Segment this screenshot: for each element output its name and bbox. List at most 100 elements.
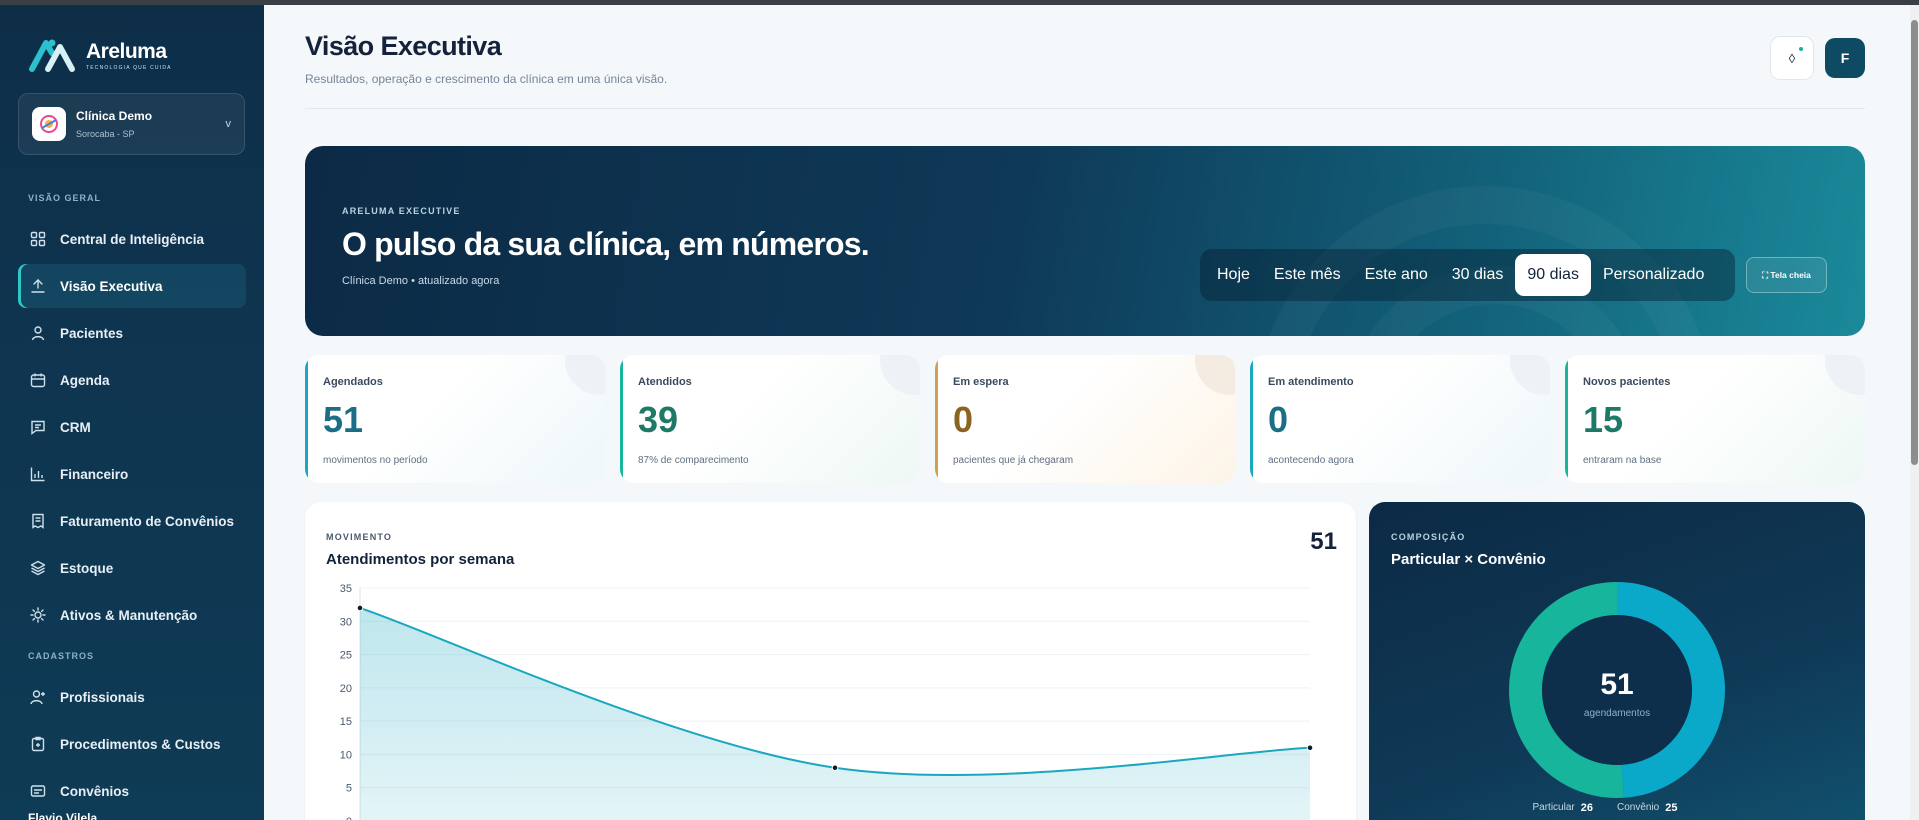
kpi-value: 0: [1268, 399, 1289, 440]
hero-eyebrow: ARELUMA EXECUTIVE: [342, 206, 461, 216]
kpi-label: Agendados: [323, 376, 383, 388]
sidebar-item-label: Central de Inteligência: [60, 231, 205, 247]
sidebar-item-label: Financeiro: [60, 466, 129, 482]
data-point[interactable]: [356, 604, 364, 612]
kpi-decor: [565, 355, 605, 395]
receipt-icon: [30, 513, 46, 529]
y-tick-label: 5: [346, 783, 352, 795]
nav-section-registers: CADASTROS: [28, 651, 95, 661]
legend-label-particular: Particular: [1532, 802, 1575, 813]
kpi-label: Em atendimento: [1268, 376, 1354, 388]
kpi-footnote: 87% de comparecimento: [638, 455, 749, 466]
sidebar-item-label: Procedimentos & Custos: [60, 736, 221, 752]
sidebar: Areluma TECNOLOGIA QUE CUIDA Clínica Dem…: [0, 5, 264, 820]
hero-banner: ARELUMA EXECUTIVE O pulso da sua clínica…: [305, 146, 1865, 336]
kpi-footnote: entraram na base: [1583, 455, 1662, 466]
range-option-30-days[interactable]: 30 dias: [1440, 254, 1516, 296]
kpi-card-attended: Atendidos 39 87% de comparecimento: [620, 355, 920, 483]
brand-tagline: TECNOLOGIA QUE CUIDA: [86, 64, 172, 71]
theme-toggle-button[interactable]: ◊: [1770, 36, 1814, 80]
executive-icon: [30, 278, 46, 294]
data-point[interactable]: [1306, 744, 1314, 752]
sidebar-item-professionals[interactable]: Profissionais: [18, 675, 246, 719]
y-tick-label: 30: [340, 616, 352, 628]
current-user-name[interactable]: Flavio Vilela: [28, 811, 97, 820]
areluma-logo-icon: [28, 35, 80, 75]
sun-gear-icon: [30, 607, 46, 623]
sidebar-item-agenda[interactable]: Agenda: [18, 358, 246, 402]
scrollbar-thumb[interactable]: [1911, 20, 1918, 465]
brand-logo[interactable]: Areluma TECNOLOGIA QUE CUIDA: [28, 35, 172, 75]
bar-chart-icon: [30, 466, 46, 482]
sidebar-item-stock[interactable]: Estoque: [18, 546, 246, 590]
sidebar-item-assets[interactable]: Ativos & Manutenção: [18, 593, 246, 637]
sidebar-item-label: Visão Executiva: [60, 278, 163, 294]
donut-legend: Particular 26 Convênio 25: [1369, 802, 1865, 814]
hero-title: O pulso da sua clínica, em números.: [342, 226, 870, 262]
range-option-this-year[interactable]: Este ano: [1353, 254, 1440, 296]
notification-dot: [1799, 47, 1803, 51]
kpi-value: 39: [638, 399, 679, 440]
sidebar-item-executive[interactable]: Visão Executiva: [18, 264, 246, 308]
kpi-card-in-service: Em atendimento 0 acontecendo agora: [1250, 355, 1550, 483]
sidebar-item-billing[interactable]: Faturamento de Convênios: [18, 499, 246, 543]
area-chart: 0 5 10 15 20 25 30 35: [340, 583, 1314, 820]
kpi-footnote: pacientes que já chegaram: [953, 455, 1074, 466]
range-option-today[interactable]: Hoje: [1205, 254, 1262, 296]
kpi-value: 51: [323, 399, 364, 440]
fullscreen-button[interactable]: ⛶ Tela cheia: [1746, 257, 1827, 293]
kpi-accent-bar: [1565, 355, 1568, 483]
clipboard-icon: [30, 736, 46, 752]
sidebar-item-central[interactable]: Central de Inteligência: [18, 217, 246, 261]
user-icon: [30, 325, 46, 341]
user-avatar-button[interactable]: F: [1825, 38, 1865, 78]
kpi-accent-bar: [935, 355, 938, 483]
kpi-label: Novos pacientes: [1583, 376, 1671, 388]
header-divider: [305, 108, 1865, 109]
range-option-custom[interactable]: Personalizado: [1591, 254, 1716, 296]
sidebar-item-label: Faturamento de Convênios: [60, 513, 235, 529]
kpi-decor: [1510, 355, 1550, 395]
kpi-accent-bar: [305, 355, 308, 483]
y-tick-label: 35: [340, 583, 352, 595]
range-option-90-days[interactable]: 90 dias: [1515, 254, 1591, 296]
range-option-this-month[interactable]: Este mês: [1262, 254, 1353, 296]
clinic-location: Sorocaba - SP: [76, 129, 135, 139]
composition-card: COMPOSIÇÃO Particular × Convênio 51 agend…: [1369, 502, 1865, 820]
sidebar-item-label: Convênios: [60, 783, 130, 799]
kpi-label: Em espera: [953, 376, 1009, 388]
clinic-name: Clínica Demo: [76, 109, 153, 123]
page-subtitle: Resultados, operação e crescimento da cl…: [305, 72, 668, 86]
weekly-appointments-card: MOVIMENTO Atendimentos por semana 51 051…: [305, 502, 1356, 820]
calendar-icon: [30, 372, 46, 388]
kpi-footnote: acontecendo agora: [1268, 455, 1354, 466]
data-point[interactable]: [831, 764, 839, 772]
series-area: [360, 607, 1310, 820]
donut-total-label: agendamentos: [1584, 708, 1650, 719]
kpi-decor: [880, 355, 920, 395]
diamond-icon: ◊: [1788, 50, 1796, 66]
main-content: Visão Executiva Resultados, operação e c…: [264, 5, 1910, 820]
sidebar-item-insurance[interactable]: Convênios: [18, 769, 246, 813]
nav-section-general: VISÃO GERAL: [28, 193, 102, 203]
sidebar-item-procedures[interactable]: Procedimentos & Custos: [18, 722, 246, 766]
card-icon: [30, 783, 46, 799]
sidebar-item-label: CRM: [60, 419, 91, 435]
kpi-footnote: movimentos no período: [323, 455, 428, 466]
legend-value-convenio: 25: [1665, 802, 1678, 814]
kpi-label: Atendidos: [638, 376, 692, 388]
clinic-logo-icon: [32, 107, 66, 141]
kpi-card-scheduled: Agendados 51 movimentos no período: [305, 355, 605, 483]
sidebar-item-finance[interactable]: Financeiro: [18, 452, 246, 496]
sidebar-item-crm[interactable]: CRM: [18, 405, 246, 449]
legend-label-convenio: Convênio: [1616, 802, 1660, 813]
kpi-accent-bar: [1250, 355, 1253, 483]
chat-icon: [30, 419, 46, 435]
date-range-selector: Hoje Este mês Este ano 30 dias 90 dias P…: [1200, 249, 1735, 301]
donut-chart: 51 agendamentos: [1509, 582, 1725, 798]
clinic-selector[interactable]: Clínica Demo Sorocaba - SP v: [18, 93, 245, 155]
sidebar-item-patients[interactable]: Pacientes: [18, 311, 246, 355]
brand-name: Areluma: [86, 39, 167, 63]
chevron-down-icon: v: [225, 118, 232, 130]
y-tick-label: 25: [340, 650, 352, 662]
